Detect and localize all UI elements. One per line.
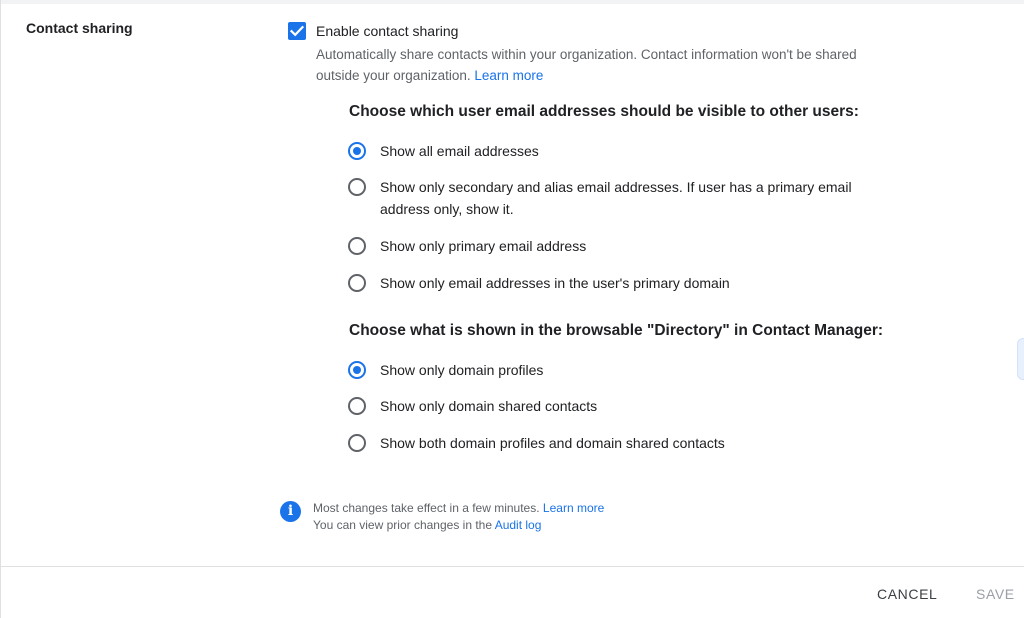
radio-show-all-email[interactable] [348,142,366,160]
option-show-secondary-alias-label[interactable]: Show only secondary and alias email addr… [380,176,870,220]
option-show-primary-only-label[interactable]: Show only primary email address [380,235,880,257]
email-visibility-heading: Choose which user email addresses should… [349,103,859,120]
cancel-button[interactable]: CANCEL [877,586,937,602]
enable-contact-sharing-label[interactable]: Enable contact sharing [316,23,458,39]
radio-domain-profiles[interactable] [348,361,366,379]
radio-show-secondary-alias[interactable] [348,178,366,196]
radio-both-profiles-contacts[interactable] [348,434,366,452]
section-title: Contact sharing [26,20,133,36]
enable-contact-sharing-checkbox[interactable] [288,22,306,40]
radio-show-primary-only[interactable] [348,237,366,255]
description-text: Automatically share contacts within your… [316,47,857,83]
learn-more-link[interactable]: Learn more [474,68,543,83]
checkmark-icon [289,25,305,37]
save-button[interactable]: SAVE [976,586,1015,602]
option-domain-profiles-label[interactable]: Show only domain profiles [380,359,880,381]
option-show-all-email-label[interactable]: Show all email addresses [380,140,880,162]
left-border [0,0,1,618]
side-panel-tab[interactable] [1017,338,1024,380]
radio-selected-dot [353,147,361,155]
top-divider [0,0,1024,4]
info-icon: i [280,501,301,522]
radio-domain-shared-contacts[interactable] [348,397,366,415]
audit-log-link[interactable]: Audit log [495,518,542,532]
option-show-primary-domain-label[interactable]: Show only email addresses in the user's … [380,272,880,294]
info-line-2: You can view prior changes in the Audit … [313,518,541,532]
learn-more-link-info[interactable]: Learn more [543,501,604,515]
option-domain-shared-contacts-label[interactable]: Show only domain shared contacts [380,395,880,417]
info-text-1: Most changes take effect in a few minute… [313,501,540,515]
radio-selected-dot [353,366,361,374]
contact-sharing-description: Automatically share contacts within your… [316,44,876,86]
option-both-profiles-contacts-label[interactable]: Show both domain profiles and domain sha… [380,432,880,454]
footer-divider [0,566,1024,567]
radio-show-primary-domain[interactable] [348,274,366,292]
info-text-2: You can view prior changes in the [313,518,493,532]
directory-heading: Choose what is shown in the browsable "D… [349,322,884,339]
info-line-1: Most changes take effect in a few minute… [313,501,604,515]
